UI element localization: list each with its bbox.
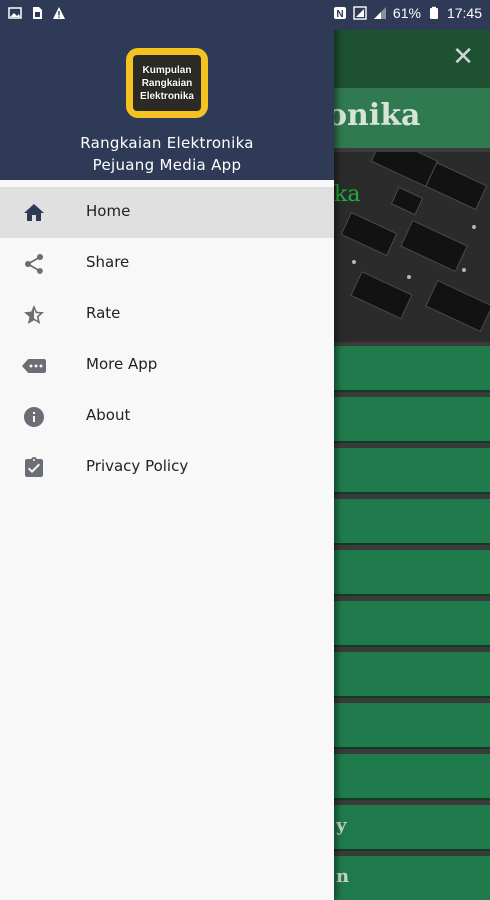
circuit-board-banner: ka [334, 152, 490, 342]
logo-line-1: Kumpulan [142, 65, 192, 76]
drawer-header: Kumpulan Rangkaian Elektronika Rangkaian… [0, 30, 334, 180]
logo-line-2: Rangkaian [141, 78, 193, 89]
menu-item-more-app[interactable]: More App [0, 340, 334, 391]
list-item-text: y [336, 815, 347, 836]
image-icon [8, 7, 22, 19]
list-item [334, 703, 490, 749]
signal-box-icon [353, 6, 367, 20]
status-left-icons [8, 6, 66, 20]
menu-item-home[interactable]: Home [0, 187, 334, 238]
menu-item-label: About [86, 406, 131, 424]
share-icon [25, 254, 43, 274]
status-right: N 61% 17:45 [333, 5, 482, 21]
battery-percent: 61% [392, 5, 421, 21]
clipboard-check-icon [25, 457, 43, 477]
drawer-menu: Home Share Rate More App About Privacy P… [0, 187, 334, 493]
list-item [334, 754, 490, 800]
svg-text:N: N [336, 9, 343, 20]
app-name-line-2: Pejuang Media App [92, 156, 242, 174]
app-logo: Kumpulan Rangkaian Elektronika [126, 48, 208, 118]
list-item [334, 499, 490, 545]
menu-item-label: More App [86, 355, 158, 373]
battery-icon [429, 6, 438, 19]
menu-item-about[interactable]: About [0, 391, 334, 442]
list-item [334, 550, 490, 596]
star-half-icon [24, 305, 44, 324]
close-icon[interactable]: ✕ [452, 42, 474, 72]
nfc-icon: N [333, 7, 346, 20]
menu-item-label: Rate [86, 304, 121, 322]
background-title: onika [327, 98, 421, 133]
info-icon [24, 407, 44, 427]
menu-item-label: Privacy Policy [86, 457, 189, 475]
menu-item-label: Share [86, 253, 130, 271]
home-icon [24, 204, 44, 221]
signal-icon [373, 7, 386, 19]
list-item [334, 652, 490, 698]
list-item [334, 601, 490, 647]
drawer-app-name: Rangkaian Elektronika Pejuang Media App [0, 132, 334, 176]
list-item: n [334, 856, 490, 900]
menu-item-label: Home [86, 202, 131, 220]
list-item: y [334, 805, 490, 851]
list-item-text: n [336, 866, 350, 887]
menu-item-share[interactable]: Share [0, 238, 334, 289]
list-item [334, 448, 490, 494]
background-list: y n [334, 346, 490, 900]
list-item [334, 397, 490, 443]
list-item [334, 346, 490, 392]
more-tag-icon [22, 359, 46, 373]
status-bar: N 61% 17:45 [0, 0, 490, 30]
banner-text: ka [334, 182, 361, 207]
menu-item-rate[interactable]: Rate [0, 289, 334, 340]
circuit-board-image [334, 152, 490, 342]
warning-icon [53, 7, 65, 19]
navigation-drawer: Kumpulan Rangkaian Elektronika Rangkaian… [0, 0, 334, 900]
status-time: 17:45 [446, 5, 482, 21]
app-logo-inner: Kumpulan Rangkaian Elektronika [133, 55, 201, 111]
app-name-line-1: Rangkaian Elektronika [80, 134, 254, 152]
sim-card-icon [33, 7, 42, 19]
menu-item-privacy-policy[interactable]: Privacy Policy [0, 442, 334, 493]
logo-line-3: Elektronika [140, 91, 194, 102]
